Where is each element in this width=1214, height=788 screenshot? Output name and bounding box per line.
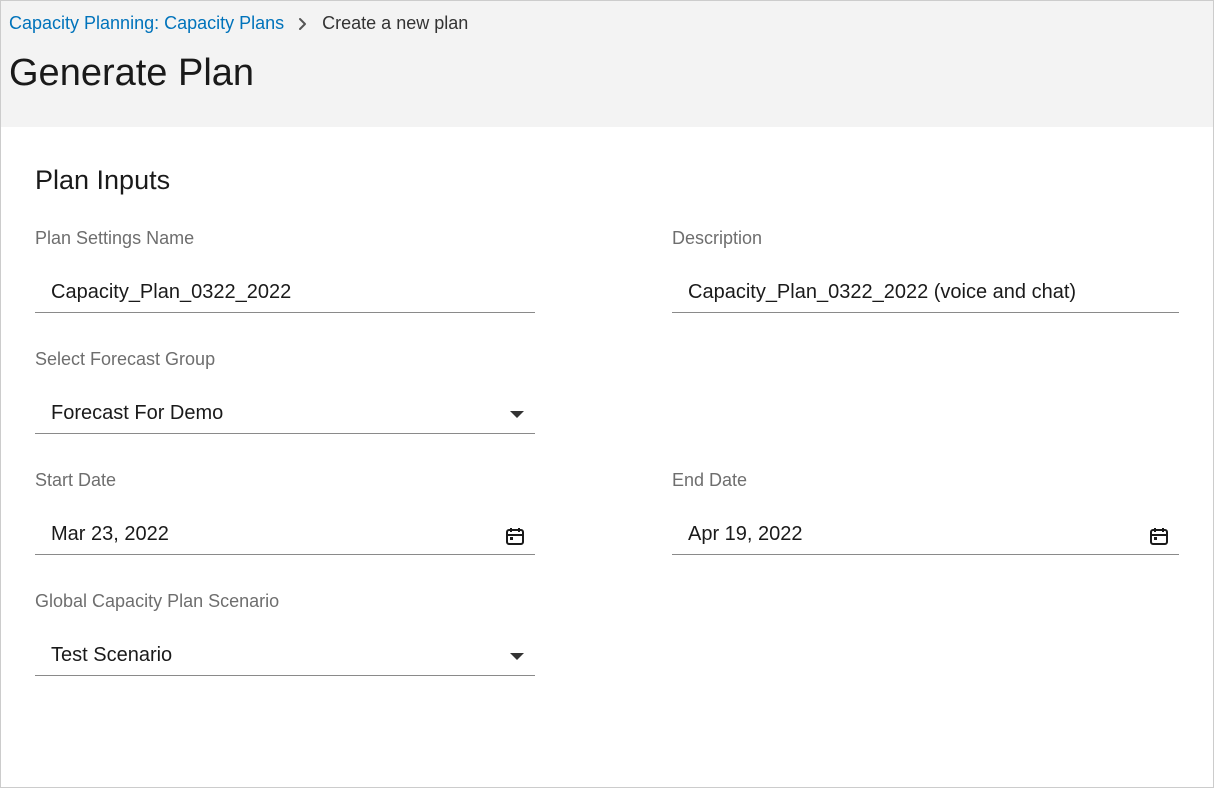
forecast-group-label: Select Forecast Group xyxy=(35,349,542,370)
field-forecast-group: Select Forecast Group Forecast For Demo xyxy=(35,349,542,434)
breadcrumb: Capacity Planning: Capacity Plans Create… xyxy=(9,13,1205,34)
end-date-label: End Date xyxy=(672,470,1179,491)
forecast-group-value: Forecast For Demo xyxy=(35,396,535,434)
start-date-input-wrapper[interactable] xyxy=(35,517,535,555)
scenario-value: Test Scenario xyxy=(35,638,535,676)
field-plan-name: Plan Settings Name xyxy=(35,228,542,313)
scenario-select[interactable]: Test Scenario xyxy=(35,638,535,676)
description-input[interactable] xyxy=(672,275,1179,313)
forecast-group-select[interactable]: Forecast For Demo xyxy=(35,396,535,434)
start-date-input[interactable] xyxy=(35,517,535,555)
field-scenario: Global Capacity Plan Scenario Test Scena… xyxy=(35,591,542,676)
plan-name-input[interactable] xyxy=(35,275,535,313)
description-label: Description xyxy=(672,228,1179,249)
start-date-label: Start Date xyxy=(35,470,542,491)
content-region: Plan Inputs Plan Settings Name Descripti… xyxy=(1,127,1213,732)
header-region: Capacity Planning: Capacity Plans Create… xyxy=(1,1,1213,127)
end-date-input-wrapper[interactable] xyxy=(672,517,1179,555)
scenario-label: Global Capacity Plan Scenario xyxy=(35,591,542,612)
empty-cell xyxy=(672,591,1179,676)
page-title: Generate Plan xyxy=(9,52,1205,95)
field-description: Description xyxy=(672,228,1179,313)
form-grid: Plan Settings Name Description Select Fo… xyxy=(35,228,1179,712)
breadcrumb-link[interactable]: Capacity Planning: Capacity Plans xyxy=(9,13,284,34)
field-start-date: Start Date xyxy=(35,470,542,555)
end-date-input[interactable] xyxy=(672,517,1179,555)
field-end-date: End Date xyxy=(672,470,1179,555)
chevron-right-icon xyxy=(298,17,308,31)
plan-name-label: Plan Settings Name xyxy=(35,228,542,249)
breadcrumb-current: Create a new plan xyxy=(322,13,468,34)
empty-cell xyxy=(672,349,1179,434)
section-title: Plan Inputs xyxy=(35,165,1179,196)
